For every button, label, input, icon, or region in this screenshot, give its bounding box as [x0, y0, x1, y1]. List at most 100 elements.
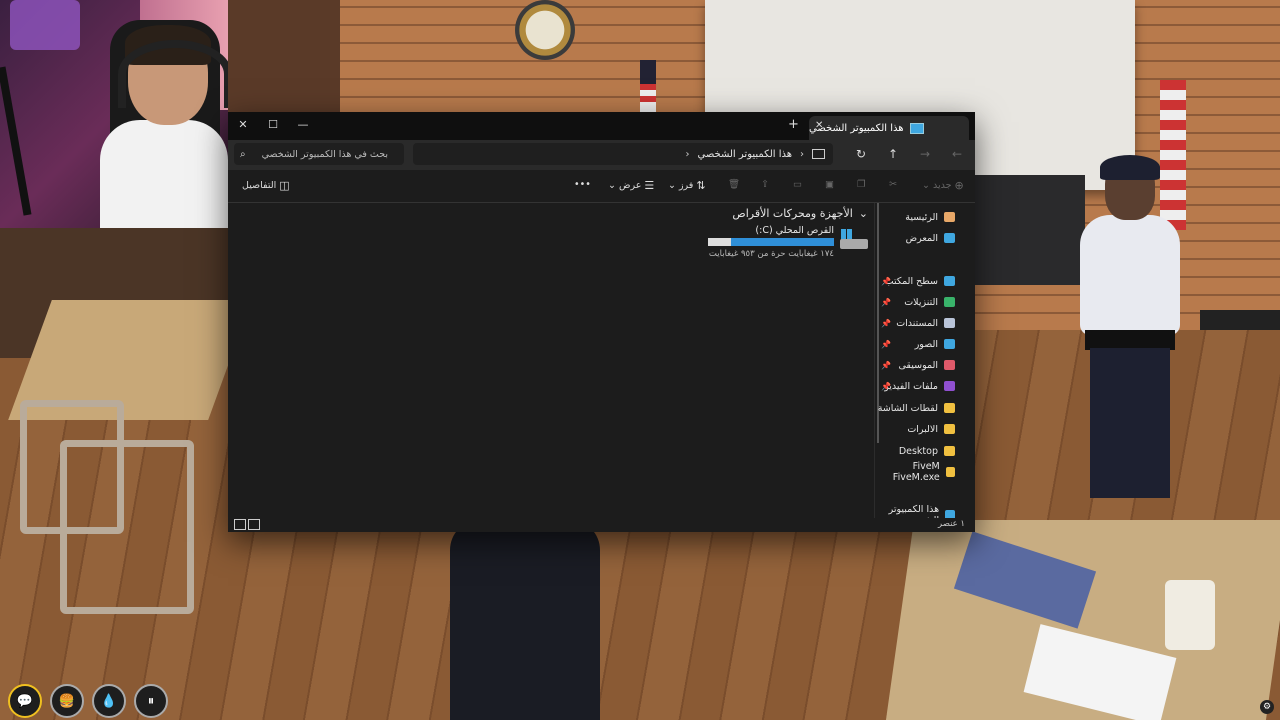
- drive-usage-bar: [708, 238, 834, 246]
- pin-icon[interactable]: 📌: [881, 361, 891, 370]
- chevron-down-icon: ⌄: [922, 180, 930, 191]
- large-icons-view-icon[interactable]: [234, 519, 246, 530]
- sidebar-item[interactable]: المستندات 📌: [875, 313, 975, 333]
- new-label: جديد: [932, 180, 952, 191]
- coffee-cup: [1165, 580, 1215, 650]
- sort-label: فرز: [678, 180, 694, 191]
- sidebar-item-label: الالبرات: [907, 423, 938, 435]
- view-button[interactable]: ⌄ عرض ☰: [608, 179, 654, 192]
- sidebar-item-label: لقطات الشاشة: [877, 402, 938, 414]
- chevron-icon[interactable]: ›: [686, 149, 690, 160]
- sidebar-item-label: المستندات: [896, 317, 938, 329]
- video-icon: [944, 381, 955, 391]
- sidebar-item-label: سطح المكتب: [884, 275, 938, 287]
- sidebar-item-label: الصور: [914, 338, 938, 350]
- chat-icon: 💬: [8, 684, 42, 718]
- sidebar-item[interactable]: الموسيقى 📌: [875, 355, 975, 375]
- download-icon: [944, 297, 955, 307]
- desktop-icon: [944, 276, 955, 286]
- maximize-button[interactable]: ☐: [258, 112, 288, 136]
- search-placeholder: بحث في هذا الكمبيوتر الشخصي: [261, 148, 388, 160]
- pin-icon[interactable]: 📌: [881, 277, 891, 286]
- home-icon: [944, 212, 955, 222]
- tab-this-pc[interactable]: هذا الكمبيوتر الشخصي ✕: [809, 116, 969, 140]
- new-tab-button[interactable]: +: [788, 117, 799, 132]
- search-box[interactable]: ⌕ بحث في هذا الكمبيوتر الشخصي: [234, 143, 404, 165]
- search-icon: ⌕: [240, 148, 246, 160]
- pin-icon[interactable]: 📌: [881, 298, 891, 307]
- sidebar-item-label: ملفات الفيديو: [884, 380, 938, 392]
- chevron-down-icon: ⌄: [608, 180, 616, 191]
- navigation-bar: ⌕ بحث في هذا الكمبيوتر الشخصي › هذا الكم…: [228, 140, 975, 170]
- sidebar-item[interactable]: FiveM FiveM.exe: [875, 461, 975, 483]
- food-icon: 🍔: [50, 684, 84, 718]
- view-icon: ☰: [644, 179, 655, 192]
- settings-icon: ⚙: [1260, 700, 1274, 714]
- police-officer: [1060, 155, 1200, 540]
- chevron-down-icon: ⌄: [668, 180, 676, 191]
- drive-c[interactable]: القرص المحلي (C:) ١٧٤ غيغابايت حرة من ٩٥…: [698, 225, 868, 261]
- paste-icon[interactable]: ▣: [825, 179, 834, 190]
- view-label: عرض: [618, 180, 642, 191]
- back-button[interactable]: ←: [952, 147, 962, 161]
- drive-usage-fill: [730, 238, 834, 246]
- address-bar[interactable]: › هذا الكمبيوتر الشخصي ›: [413, 143, 833, 165]
- pin-icon[interactable]: 📌: [881, 340, 891, 349]
- details-pane-icon: ◫: [279, 179, 290, 192]
- copy-icon[interactable]: ❐: [857, 179, 866, 190]
- sort-button[interactable]: ⌄ فرز ⇅: [668, 179, 706, 192]
- chevron-down-icon: ⌄: [858, 207, 868, 220]
- rename-icon[interactable]: ▭: [793, 179, 802, 190]
- sidebar-item[interactable]: سطح المكتب 📌: [875, 271, 975, 291]
- sidebar-item[interactable]: التنزيلات 📌: [875, 292, 975, 312]
- sidebar-item[interactable]: لقطات الشاشة: [875, 398, 975, 418]
- minimize-button[interactable]: —: [288, 112, 318, 136]
- plus-icon: ⊕: [954, 179, 964, 192]
- sidebar-item[interactable]: Desktop: [875, 441, 975, 461]
- pictures-icon: [944, 339, 955, 349]
- pin-icon[interactable]: 📌: [881, 319, 891, 328]
- sidebar-item[interactable]: الرئيسية: [875, 207, 975, 227]
- share-icon[interactable]: ⇪: [761, 179, 769, 190]
- up-button[interactable]: ↑: [888, 147, 898, 161]
- webcam-overlay: [0, 0, 228, 228]
- file-explorer-window[interactable]: ✕ ☐ — + هذا الكمبيوتر الشخصي ✕ ⌕ بحث في …: [228, 112, 975, 532]
- group-header-devices[interactable]: ⌄ الأجهزة ومحركات الأقراص: [732, 207, 868, 220]
- chevron-icon[interactable]: ›: [800, 149, 804, 160]
- chair: [60, 440, 194, 614]
- game-hud: 💬 🍔 💧 ⏸: [8, 684, 168, 718]
- sidebar-item-label: التنزيلات: [904, 296, 938, 308]
- this-pc-icon: [812, 149, 825, 159]
- drive-icon: [840, 229, 868, 253]
- details-label: التفاصيل: [242, 180, 277, 191]
- player-character: [450, 520, 600, 720]
- details-button[interactable]: التفاصيل ◫: [242, 179, 290, 192]
- delete-icon[interactable]: 🗑: [728, 179, 740, 190]
- forward-button[interactable]: →: [920, 147, 930, 161]
- more-button[interactable]: •••: [574, 179, 591, 190]
- folder-icon: [944, 403, 955, 413]
- sidebar-item-label: FiveM FiveM.exe: [892, 461, 940, 483]
- pin-icon[interactable]: 📌: [881, 382, 891, 391]
- drive-free-space: ١٧٤ غيغابايت حرة من ٩٥٣ غيغابايت: [708, 249, 834, 259]
- title-bar[interactable]: ✕ ☐ — + هذا الكمبيوتر الشخصي ✕: [228, 112, 975, 140]
- sidebar-item[interactable]: المعرض: [875, 228, 975, 248]
- sidebar-item[interactable]: الصور 📌: [875, 334, 975, 354]
- command-bar: التفاصيل ◫ ••• ⌄ عرض ☰ ⌄ فرز ⇅ 🗑 ⇪ ▭ ▣ ❐…: [228, 170, 975, 203]
- close-window-button[interactable]: ✕: [228, 112, 258, 136]
- content-pane: ⌄ الأجهزة ومحركات الأقراص القرص المحلي (…: [238, 203, 868, 518]
- sidebar-item[interactable]: ملفات الفيديو 📌: [875, 376, 975, 396]
- status-icon: ⏸: [134, 684, 168, 718]
- sidebar-item-label: Desktop: [898, 445, 938, 457]
- refresh-button[interactable]: ↻: [856, 147, 866, 161]
- sidebar-item-label: الرئيسية: [905, 211, 938, 223]
- cut-icon[interactable]: ✂: [889, 179, 897, 190]
- tab-close-icon[interactable]: ✕: [815, 120, 823, 131]
- sort-icon: ⇅: [696, 179, 706, 192]
- sidebar-item[interactable]: الالبرات: [875, 419, 975, 439]
- drive-name: القرص المحلي (C:): [755, 225, 834, 236]
- details-view-icon[interactable]: [248, 519, 260, 530]
- document-icon: [944, 318, 955, 328]
- this-pc-icon: [909, 122, 924, 134]
- new-button[interactable]: ⌄ جديد ⊕: [922, 179, 964, 192]
